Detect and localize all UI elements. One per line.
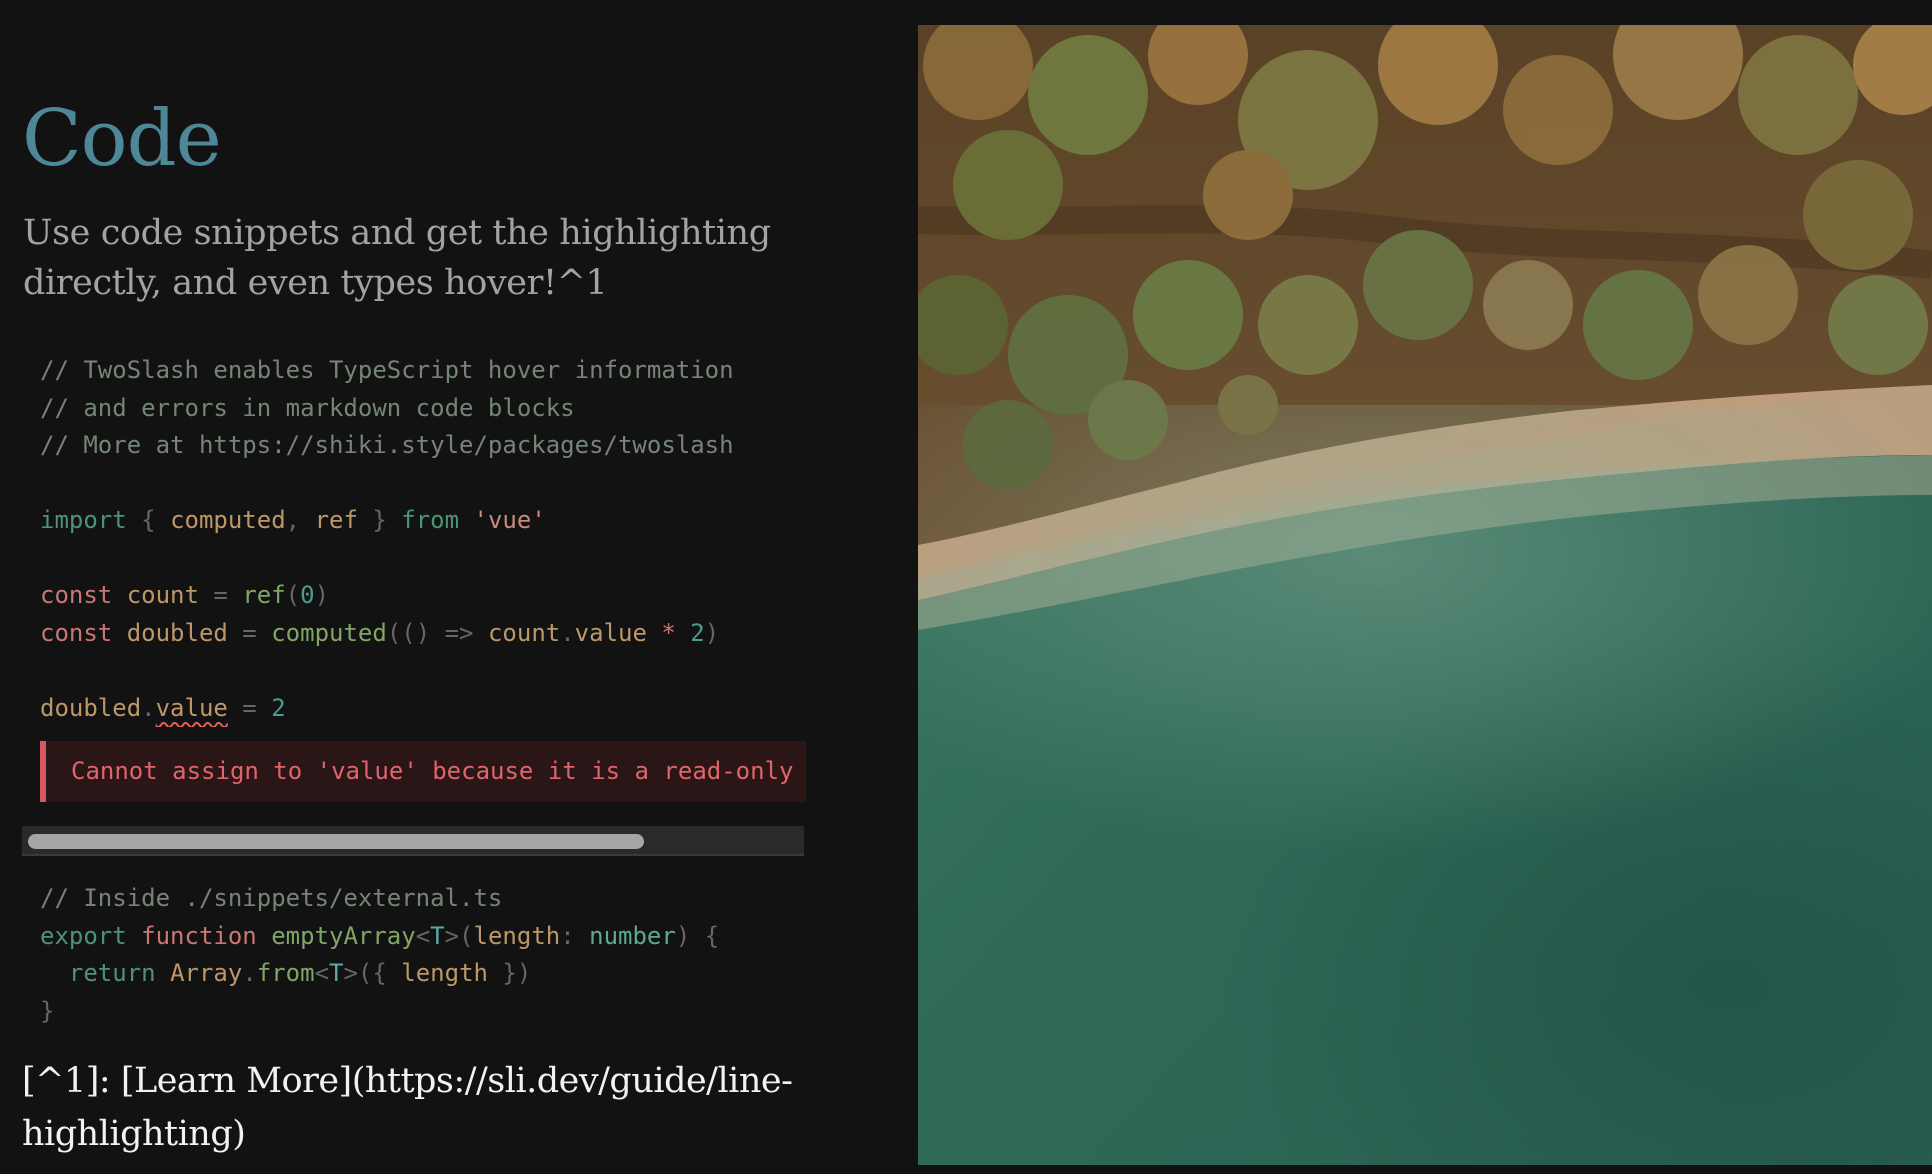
code-token: } xyxy=(357,506,402,534)
slide: Code Use code snippets and get the highl… xyxy=(0,0,1932,1174)
code-token: , xyxy=(285,506,315,534)
code-token: return xyxy=(68,959,156,987)
code-token: T xyxy=(329,959,344,987)
code-token: // More at https://shiki.style/packages/… xyxy=(40,431,734,459)
code-token: doubled xyxy=(40,693,142,722)
code-token: from xyxy=(401,506,460,534)
code-token: >( xyxy=(444,921,474,950)
code-line: export function emptyArray<T>(length: nu… xyxy=(40,918,805,956)
code-line: return Array.from<T>({ length }) xyxy=(40,955,805,993)
code-token: count xyxy=(126,581,199,609)
footnote[interactable]: [^1]: [Learn More](https://sli.dev/guide… xyxy=(22,1055,805,1161)
code-token: ) { xyxy=(675,921,720,950)
code-token: export xyxy=(40,921,127,950)
code-line: // More at https://shiki.style/packages/… xyxy=(40,427,805,465)
code-token: . xyxy=(560,618,575,647)
code-block-twoslash: // TwoSlash enables TypeScript hover inf… xyxy=(40,352,805,727)
code-horizontal-scrollbar[interactable] xyxy=(22,826,804,856)
code-token: Array xyxy=(170,959,243,987)
code-line: } xyxy=(40,993,805,1031)
code-token: number xyxy=(589,921,676,950)
code-token: doubled xyxy=(126,618,228,647)
code-token: : xyxy=(560,921,590,950)
code-block-external-snippet: // Inside ./snippets/external.ts export f… xyxy=(40,880,805,1030)
code-token: length xyxy=(473,921,561,950)
code-line: doubled.value = 2 xyxy=(40,690,805,728)
code-token: // Inside ./snippets/external.ts xyxy=(40,884,503,912)
code-token: = xyxy=(227,693,272,722)
slide-content: Code Use code snippets and get the highl… xyxy=(22,0,806,1174)
code-line: // and errors in markdown code blocks xyxy=(40,390,805,428)
code-token: }) xyxy=(487,959,532,987)
code-token: const xyxy=(40,581,113,609)
code-token: function xyxy=(141,921,257,950)
code-token: length xyxy=(401,959,488,987)
code-line: const doubled = computed(() => count.val… xyxy=(40,615,805,653)
code-token: 0 xyxy=(300,581,315,609)
code-token: < xyxy=(314,959,330,987)
code-token: * xyxy=(646,618,691,647)
code-token: 'vue' xyxy=(473,506,546,534)
code-token: 2 xyxy=(690,618,705,647)
code-line: // TwoSlash enables TypeScript hover inf… xyxy=(40,352,805,390)
code-token: = xyxy=(198,581,243,609)
code-token: } xyxy=(40,996,55,1025)
code-token: ( xyxy=(285,581,301,609)
code-token: from xyxy=(256,959,315,987)
code-token: ) xyxy=(704,618,720,647)
code-token: count xyxy=(487,618,561,647)
code-token: ref xyxy=(314,506,358,534)
code-line: import { computed, ref } from 'vue' xyxy=(40,502,805,540)
code-token: import xyxy=(40,506,127,534)
slide-title: Code xyxy=(22,94,222,184)
code-token: >({ xyxy=(343,959,402,987)
code-token: T xyxy=(430,921,445,950)
code-token: { xyxy=(126,506,171,534)
code-token: computed xyxy=(271,618,387,647)
code-token: (() => xyxy=(386,618,488,647)
code-token: ref xyxy=(242,581,286,609)
code-token: ) xyxy=(314,581,330,609)
code-token: . xyxy=(141,693,156,722)
code-token: . xyxy=(242,959,257,987)
code-token: value xyxy=(574,618,647,647)
code-line: // Inside ./snippets/external.ts xyxy=(40,880,805,918)
error-message-text: Cannot assign to 'value' because it is a… xyxy=(71,757,794,785)
code-token: // TwoSlash enables TypeScript hover inf… xyxy=(40,356,734,384)
error-message-box: Cannot assign to 'value' because it is a… xyxy=(40,741,806,802)
aerial-forest-lake-photo xyxy=(918,25,1932,1165)
code-token: < xyxy=(415,921,431,950)
code-token: const xyxy=(40,618,113,647)
code-token: // and errors in markdown code blocks xyxy=(40,393,575,422)
slide-subtitle: Use code snippets and get the highlighti… xyxy=(23,213,771,303)
code-token: emptyArray xyxy=(271,921,416,950)
code-token: value xyxy=(155,693,228,722)
scrollbar-thumb[interactable] xyxy=(28,834,644,849)
code-token: = xyxy=(227,618,272,647)
code-token: computed xyxy=(170,506,286,534)
code-line: const count = ref(0) xyxy=(40,577,805,615)
code-token: 2 xyxy=(271,693,286,722)
